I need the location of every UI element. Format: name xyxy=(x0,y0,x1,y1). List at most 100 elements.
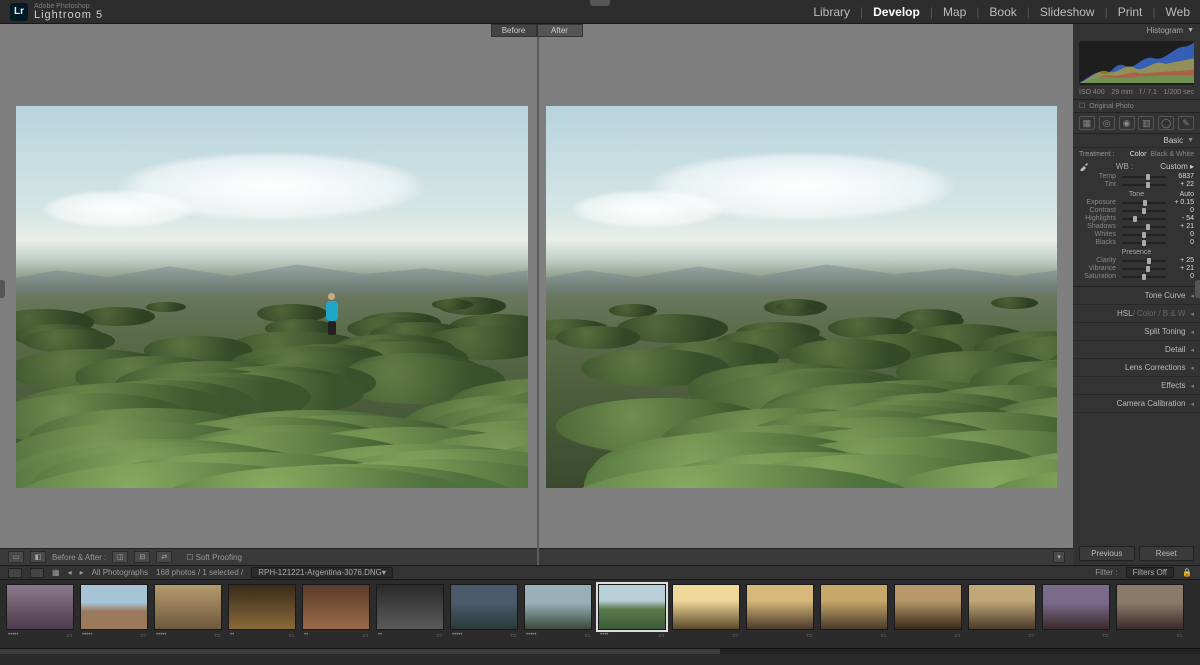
filmstrip[interactable]: •••••▭ •••••▭ •••••▭ ••▭ ••▭ ••▭ •••••▭ … xyxy=(0,580,1200,648)
nav-fwd-icon[interactable]: ▸ xyxy=(80,568,84,577)
slider-contrast[interactable]: Contrast 0 xyxy=(1079,207,1194,214)
basic-panel: Treatment : ColorBlack & White WB : Cust… xyxy=(1073,148,1200,287)
app-logo: Lr xyxy=(10,3,28,21)
panel-effects[interactable]: Effects◂ xyxy=(1073,377,1200,395)
slider-blacks[interactable]: Blacks 0 xyxy=(1079,239,1194,246)
treatment-color[interactable]: Color xyxy=(1130,151,1147,158)
module-slideshow[interactable]: Slideshow xyxy=(1040,5,1095,19)
treatment-label: Treatment : xyxy=(1079,151,1115,158)
brush-tool-icon[interactable]: ✎ xyxy=(1178,116,1194,130)
treatment-options: ColorBlack & White xyxy=(1126,151,1194,158)
original-photo-toggle[interactable]: ☐Original Photo xyxy=(1073,100,1200,113)
panel-toggle-left[interactable] xyxy=(0,280,5,298)
compare-view-icon[interactable]: ◧ xyxy=(30,551,46,563)
slider-vibrance[interactable]: Vibrance + 21 xyxy=(1079,265,1194,272)
before-canvas[interactable] xyxy=(16,106,528,488)
ba-swap-icon[interactable]: ⇄ xyxy=(156,551,172,563)
filmstrip-scrollbar[interactable] xyxy=(0,648,1200,654)
panel-split-toning[interactable]: Split Toning◂ xyxy=(1073,323,1200,341)
ba-layout-lr-icon[interactable]: ◫ xyxy=(112,551,128,563)
loupe-view-icon[interactable]: ▭ xyxy=(8,551,24,563)
gradient-tool-icon[interactable]: ▥ xyxy=(1138,116,1154,130)
histogram-header[interactable]: Histogram▼ xyxy=(1073,24,1200,37)
slider-shadows[interactable]: Shadows + 21 xyxy=(1079,223,1194,230)
slider-temp[interactable]: Temp 6837 xyxy=(1079,173,1194,180)
panel-toggle-right[interactable] xyxy=(1195,280,1200,298)
current-file[interactable]: RPH-121221-Argentina-3076.DNG ▾ xyxy=(251,567,393,578)
module-develop[interactable]: Develop xyxy=(873,5,920,19)
thumbnail[interactable]: ▭ xyxy=(894,584,962,640)
thumbnail[interactable]: ▭ xyxy=(672,584,740,640)
module-print[interactable]: Print xyxy=(1118,5,1143,19)
wb-dropper-icon[interactable] xyxy=(1079,161,1089,171)
after-canvas[interactable] xyxy=(546,106,1058,488)
reset-button[interactable]: Reset xyxy=(1139,546,1195,561)
filter-label: Filter : xyxy=(1095,568,1117,577)
develop-panel: Histogram▼ ISO 40029 mmf / 7.11/200 sec … xyxy=(1073,24,1200,565)
module-map[interactable]: Map xyxy=(943,5,966,19)
thumbnail[interactable]: ▭ xyxy=(1116,584,1184,640)
before-after-tabs: Before After xyxy=(491,24,583,37)
thumbnail[interactable]: ••▭ xyxy=(302,584,370,640)
nav-back-icon[interactable]: ◂ xyxy=(68,568,72,577)
main-window-icon[interactable] xyxy=(8,568,22,578)
panel-camera-calibration[interactable]: Camera Calibration◂ xyxy=(1073,395,1200,413)
toolbar-collapse-icon[interactable]: ▾ xyxy=(1053,551,1065,563)
app-name: Lightroom 5 xyxy=(34,10,103,21)
redeye-tool-icon[interactable]: ◉ xyxy=(1119,116,1135,130)
slider-clarity[interactable]: Clarity + 25 xyxy=(1079,257,1194,264)
thumbnail[interactable]: ▭ xyxy=(746,584,814,640)
treatment-black-white[interactable]: Black & White xyxy=(1150,151,1194,158)
filter-lock-icon[interactable]: 🔒 xyxy=(1182,568,1192,577)
radial-tool-icon[interactable]: ◯ xyxy=(1158,116,1174,130)
ba-layout-tb-icon[interactable]: ⊟ xyxy=(134,551,150,563)
crop-tool-icon[interactable]: ▦ xyxy=(1079,116,1095,130)
panel-lens-corrections[interactable]: Lens Corrections◂ xyxy=(1073,359,1200,377)
tab-before[interactable]: Before xyxy=(491,24,537,37)
wb-preset[interactable]: Custom ▸ xyxy=(1160,162,1194,171)
filmstrip-header: ▦ ◂ ▸ All Photographs 168 photos / 1 sel… xyxy=(0,565,1200,580)
second-window-icon[interactable] xyxy=(30,568,44,578)
previous-button[interactable]: Previous xyxy=(1079,546,1135,561)
source-label[interactable]: All Photographs xyxy=(92,568,148,577)
local-tools: ▦ ◎ ◉ ▥ ◯ ✎ xyxy=(1073,113,1200,134)
module-library[interactable]: Library xyxy=(813,5,850,19)
soft-proofing-toggle[interactable]: ☐ Soft Proofing xyxy=(186,553,242,562)
slider-saturation[interactable]: Saturation 0 xyxy=(1079,273,1194,280)
thumbnail[interactable]: ▭ xyxy=(820,584,888,640)
slider-exposure[interactable]: Exposure + 0.15 xyxy=(1079,199,1194,206)
basic-header[interactable]: Basic▼ xyxy=(1073,134,1200,148)
slider-tint[interactable]: Tint + 22 xyxy=(1079,181,1194,188)
module-picker: Library|Develop|Map|Book|Slideshow|Print… xyxy=(813,5,1190,19)
compare-divider[interactable] xyxy=(537,24,539,565)
topbar: Lr Adobe Photoshop Lightroom 5 Library|D… xyxy=(0,0,1200,24)
tab-after[interactable]: After xyxy=(537,24,583,37)
brand: Lr Adobe Photoshop Lightroom 5 xyxy=(10,3,103,21)
slider-whites[interactable]: Whites 0 xyxy=(1079,231,1194,238)
module-book[interactable]: Book xyxy=(989,5,1016,19)
thumbnail[interactable]: •••••▭ xyxy=(450,584,518,640)
thumbnail[interactable]: •••••▭ xyxy=(154,584,222,640)
thumbnail[interactable]: ▭ xyxy=(968,584,1036,640)
thumbnail[interactable]: ••••▭ xyxy=(598,584,666,640)
thumbnail[interactable]: ••▭ xyxy=(228,584,296,640)
panel-tone-curve[interactable]: Tone Curve◂ xyxy=(1073,287,1200,305)
thumbnail[interactable]: •••••▭ xyxy=(524,584,592,640)
histogram[interactable] xyxy=(1079,41,1194,85)
grid-icon[interactable]: ▦ xyxy=(52,568,60,577)
slider-highlights[interactable]: Highlights - 54 xyxy=(1079,215,1194,222)
panel-toggle-top[interactable] xyxy=(590,0,610,6)
module-web[interactable]: Web xyxy=(1166,5,1190,19)
viewer: Before After ▭ ◧ Before & After : ◫ ⊟ ⇄ … xyxy=(0,24,1073,565)
spot-tool-icon[interactable]: ◎ xyxy=(1099,116,1115,130)
exif-strip: ISO 40029 mmf / 7.11/200 sec xyxy=(1073,89,1200,100)
thumbnail[interactable]: •••••▭ xyxy=(6,584,74,640)
count-label: 168 photos / 1 selected / xyxy=(156,568,243,577)
thumbnail[interactable]: ▭ xyxy=(1042,584,1110,640)
panel-detail[interactable]: Detail◂ xyxy=(1073,341,1200,359)
before-after-label: Before & After : xyxy=(52,553,106,562)
panel-hsl-color-b-w[interactable]: HSL / Color / B & W◂ xyxy=(1073,305,1200,323)
filter-preset[interactable]: Filters Off xyxy=(1126,567,1175,578)
thumbnail[interactable]: •••••▭ xyxy=(80,584,148,640)
thumbnail[interactable]: ••▭ xyxy=(376,584,444,640)
